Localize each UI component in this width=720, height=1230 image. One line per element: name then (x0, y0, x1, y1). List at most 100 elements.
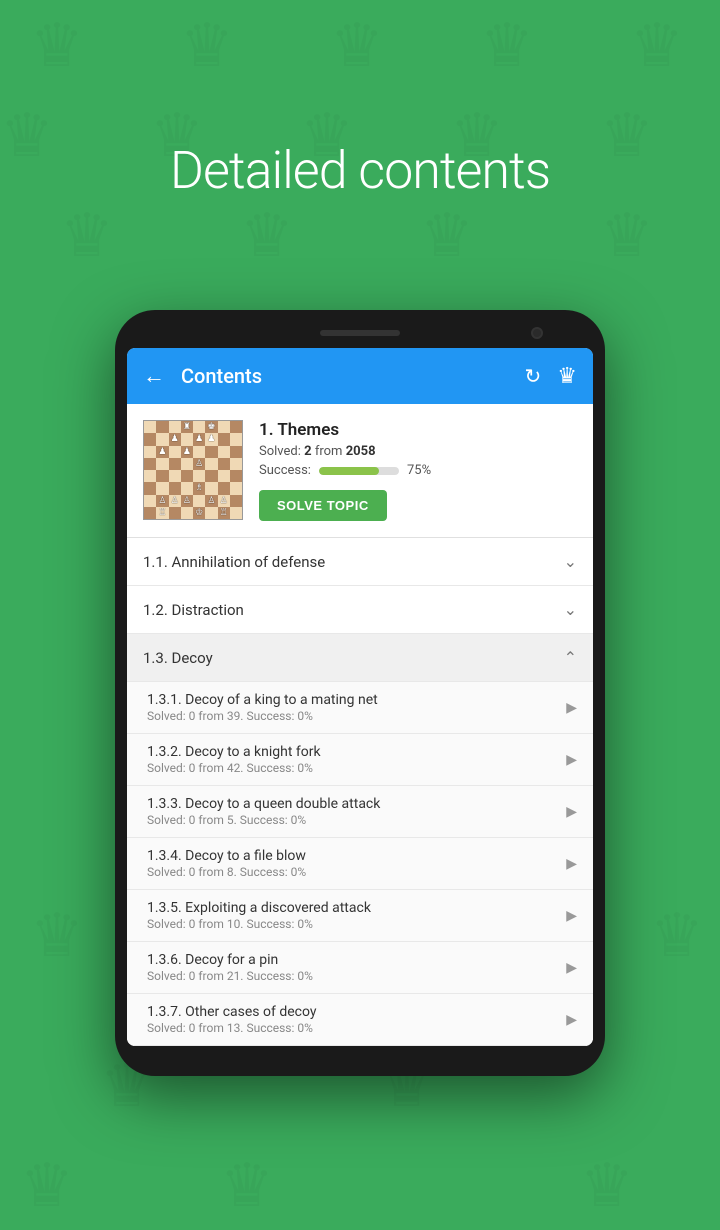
topic-title: 1. Themes (259, 420, 577, 440)
chess-cell (193, 446, 205, 458)
chess-cell (169, 421, 181, 433)
list-item-1-3-3-title: 1.3.3. Decoy to a queen double attack (147, 796, 566, 812)
chess-cell: ♔ (193, 507, 205, 519)
chess-cell (181, 470, 193, 482)
chess-cell: ♙ (193, 458, 205, 470)
total-count: 2058 (346, 444, 376, 459)
solved-from: from (315, 444, 343, 459)
topic-card: ♜♚♟♟♟♟♟♙♗♙♙♙♙♙♖♔♖ 1. Themes Solved: 2 fr… (127, 404, 593, 538)
chess-cell (156, 458, 168, 470)
chess-cell (230, 470, 242, 482)
chess-cell (205, 470, 217, 482)
chess-cell (144, 421, 156, 433)
chess-cell (193, 421, 205, 433)
list-item-1-3-7-subtitle: Solved: 0 from 13. Success: 0% (147, 1021, 566, 1035)
play-icon-1-3-2: ▶ (566, 752, 577, 768)
phone-frame: ← Contents ↻ ♛ ♜♚♟♟♟♟♟♙♗♙♙♙♙♙♖♔♖ 1. Them… (115, 310, 605, 1076)
phone-speaker (320, 330, 400, 336)
list-item-1-3-6-title: 1.3.6. Decoy for a pin (147, 952, 566, 968)
chess-cell (205, 458, 217, 470)
list-item-1-3-5-content: 1.3.5. Exploiting a discovered attack So… (147, 900, 566, 931)
chess-cell (169, 446, 181, 458)
chess-cell (218, 470, 230, 482)
chess-cell (144, 507, 156, 519)
chess-cell (144, 433, 156, 445)
chess-cell (169, 507, 181, 519)
progress-bar (319, 467, 399, 475)
list-item-1-3-3[interactable]: 1.3.3. Decoy to a queen double attack So… (127, 786, 593, 838)
solved-count: 2 (304, 444, 311, 459)
chess-cell (218, 421, 230, 433)
chess-cell (205, 482, 217, 494)
chess-cell (230, 446, 242, 458)
chess-cell (230, 421, 242, 433)
section-1-1-title: 1.1. Annihilation of defense (143, 553, 325, 571)
list-item-1-3-4-content: 1.3.4. Decoy to a file blow Solved: 0 fr… (147, 848, 566, 879)
list-item-1-3-1-content: 1.3.1. Decoy of a king to a mating net S… (147, 692, 566, 723)
list-item-1-3-2[interactable]: 1.3.2. Decoy to a knight fork Solved: 0 … (127, 734, 593, 786)
sections-list: 1.1. Annihilation of defense ⌄ 1.2. Dist… (127, 538, 593, 1046)
success-row: Success: 75% (259, 463, 577, 478)
list-item-1-3-5-subtitle: Solved: 0 from 10. Success: 0% (147, 917, 566, 931)
chess-cell (144, 495, 156, 507)
topic-solved-text: Solved: 2 from 2058 (259, 444, 577, 459)
chess-cell: ♟ (181, 446, 193, 458)
chess-cell (144, 458, 156, 470)
chess-cell (218, 458, 230, 470)
chess-cell (156, 470, 168, 482)
list-item-1-3-7[interactable]: 1.3.7. Other cases of decoy Solved: 0 fr… (127, 994, 593, 1046)
page-title: Detailed contents (0, 140, 720, 201)
chess-cell: ♙ (181, 495, 193, 507)
chess-cell (156, 421, 168, 433)
success-label: Success: (259, 463, 311, 478)
back-button[interactable]: ← (143, 363, 165, 389)
chess-cell (181, 482, 193, 494)
list-item-1-3-3-content: 1.3.3. Decoy to a queen double attack So… (147, 796, 566, 827)
list-item-1-3-2-subtitle: Solved: 0 from 42. Success: 0% (147, 761, 566, 775)
chess-cell (230, 482, 242, 494)
chess-cell (193, 470, 205, 482)
crown-icon[interactable]: ♛ (557, 364, 577, 389)
list-item-1-3-5-title: 1.3.5. Exploiting a discovered attack (147, 900, 566, 916)
chess-cell: ♖ (156, 507, 168, 519)
refresh-icon[interactable]: ↻ (525, 364, 542, 388)
list-item-1-3-1-title: 1.3.1. Decoy of a king to a mating net (147, 692, 566, 708)
app-bar-title: Contents (181, 364, 509, 388)
play-icon-1-3-5: ▶ (566, 908, 577, 924)
list-item-1-3-2-title: 1.3.2. Decoy to a knight fork (147, 744, 566, 760)
section-1-2-title: 1.2. Distraction (143, 601, 244, 619)
chess-cell (181, 507, 193, 519)
list-item-1-3-6[interactable]: 1.3.6. Decoy for a pin Solved: 0 from 21… (127, 942, 593, 994)
section-1-3[interactable]: 1.3. Decoy ⌃ (127, 634, 593, 682)
chess-cell: ♟ (193, 433, 205, 445)
list-item-1-3-5[interactable]: 1.3.5. Exploiting a discovered attack So… (127, 890, 593, 942)
list-item-1-3-4[interactable]: 1.3.4. Decoy to a file blow Solved: 0 fr… (127, 838, 593, 890)
solve-topic-button[interactable]: SOLVE TOPIC (259, 490, 387, 521)
chess-cell (230, 433, 242, 445)
chess-cell (144, 446, 156, 458)
section-1-2[interactable]: 1.2. Distraction ⌄ (127, 586, 593, 634)
chevron-down-icon: ⌄ (564, 552, 577, 571)
chess-cell (144, 470, 156, 482)
chess-cell (156, 433, 168, 445)
list-item-1-3-1-subtitle: Solved: 0 from 39. Success: 0% (147, 709, 566, 723)
phone-screen: ← Contents ↻ ♛ ♜♚♟♟♟♟♟♙♗♙♙♙♙♙♖♔♖ 1. Them… (127, 348, 593, 1046)
list-item-1-3-4-title: 1.3.4. Decoy to a file blow (147, 848, 566, 864)
list-item-1-3-4-subtitle: Solved: 0 from 8. Success: 0% (147, 865, 566, 879)
chess-cell (169, 482, 181, 494)
chess-cell: ♟ (205, 433, 217, 445)
chess-cell (218, 433, 230, 445)
chess-cell: ♙ (156, 495, 168, 507)
chess-cell (218, 446, 230, 458)
chess-cell: ♖ (218, 507, 230, 519)
progress-bar-fill (319, 467, 379, 475)
progress-percent: 75% (407, 463, 431, 478)
topic-info: 1. Themes Solved: 2 from 2058 Success: 7… (259, 420, 577, 521)
play-icon-1-3-4: ▶ (566, 856, 577, 872)
list-item-1-3-1[interactable]: 1.3.1. Decoy of a king to a mating net S… (127, 682, 593, 734)
chess-cell: ♙ (205, 495, 217, 507)
section-1-1[interactable]: 1.1. Annihilation of defense ⌄ (127, 538, 593, 586)
list-item-1-3-3-subtitle: Solved: 0 from 5. Success: 0% (147, 813, 566, 827)
play-icon-1-3-1: ▶ (566, 700, 577, 716)
phone-top-bar (127, 330, 593, 336)
